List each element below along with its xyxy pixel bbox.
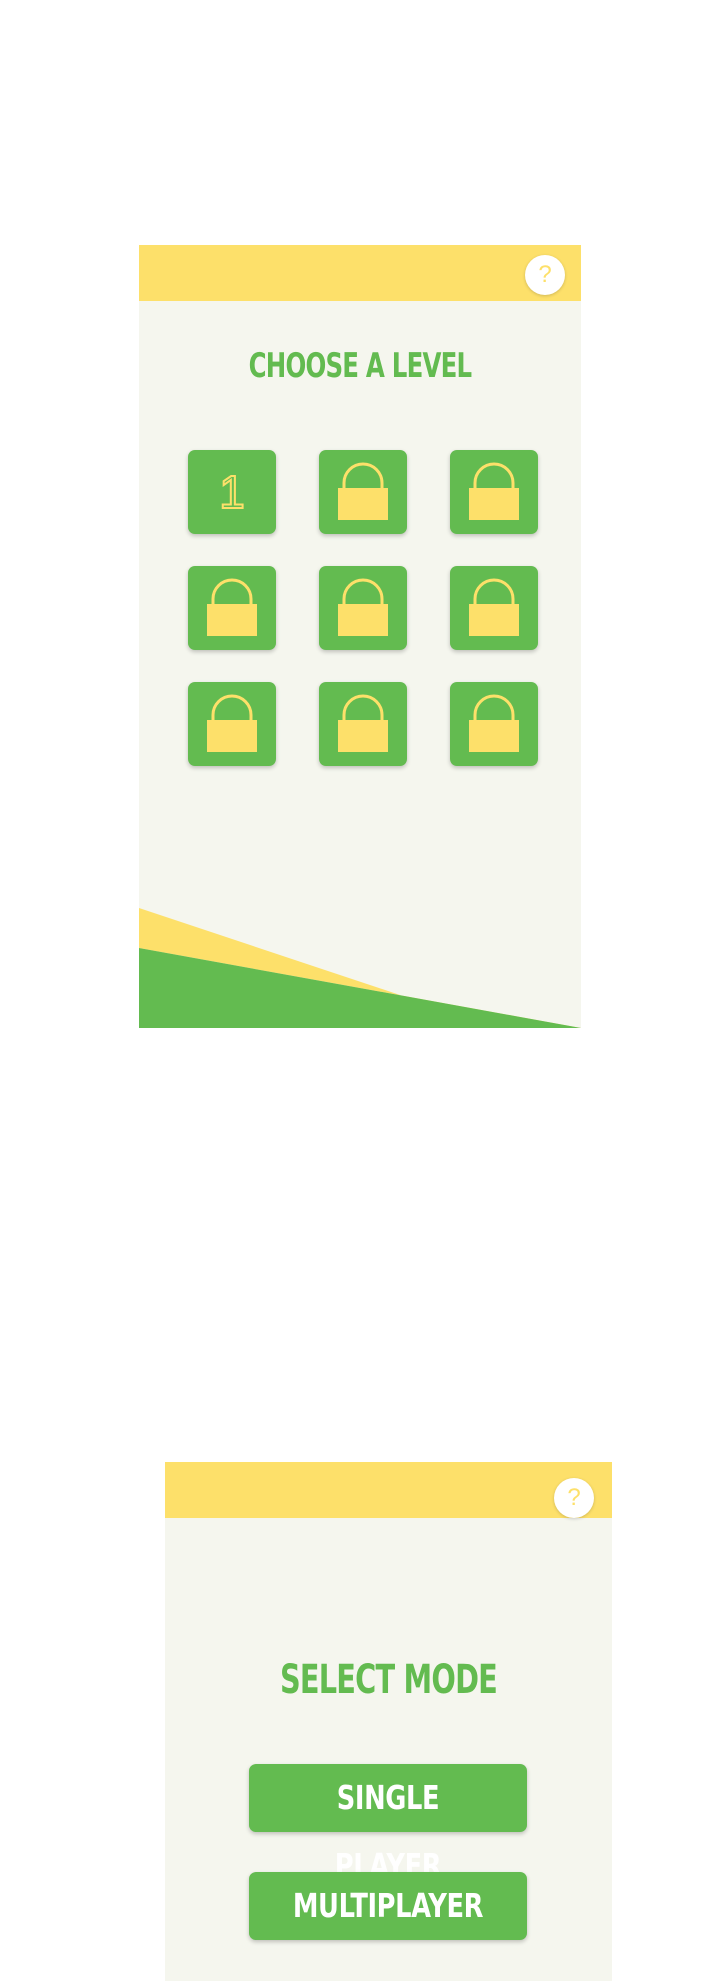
page-title: CHOOSE A LEVEL	[248, 346, 473, 386]
page-title: SELECT MODE	[279, 1657, 498, 1703]
top-bar: ?	[165, 1462, 612, 1518]
lock-icon	[469, 462, 519, 520]
level-tile-9[interactable]	[450, 682, 538, 766]
lock-icon	[207, 694, 257, 752]
help-button[interactable]: ?	[525, 255, 565, 295]
decorative-wedge	[139, 908, 581, 1028]
multiplayer-button[interactable]: MULTIPLAYER	[249, 1872, 527, 1940]
level-tile-2[interactable]	[319, 450, 407, 534]
level-tile-1[interactable]: 1	[188, 450, 276, 534]
level-tile-3[interactable]	[450, 450, 538, 534]
single-player-button[interactable]: SINGLE PLAYER	[249, 1764, 527, 1885]
lock-icon	[338, 462, 388, 520]
level-tile-8[interactable]	[319, 682, 407, 766]
lock-icon	[338, 694, 388, 752]
level-tile-4[interactable]	[188, 566, 276, 650]
lock-icon	[469, 578, 519, 636]
lock-icon	[338, 578, 388, 636]
level-select-screen: ? CHOOSE A LEVEL 1	[139, 245, 581, 1028]
question-mark-icon: ?	[567, 1484, 581, 1511]
help-button[interactable]: ?	[554, 1478, 594, 1518]
question-mark-icon: ?	[538, 261, 552, 288]
level-tile-7[interactable]	[188, 682, 276, 766]
multiplayer-label: MULTIPLAYER	[292, 1886, 484, 1925]
level-grid: 1	[188, 450, 538, 766]
lock-icon	[207, 578, 257, 636]
level-number: 1	[218, 465, 246, 519]
lock-icon	[469, 694, 519, 752]
level-tile-6[interactable]	[450, 566, 538, 650]
mode-select-screen: ? SELECT MODE SINGLE PLAYER MULTIPLAYER	[165, 1462, 612, 1981]
level-tile-5[interactable]	[319, 566, 407, 650]
top-bar: ?	[139, 245, 581, 301]
